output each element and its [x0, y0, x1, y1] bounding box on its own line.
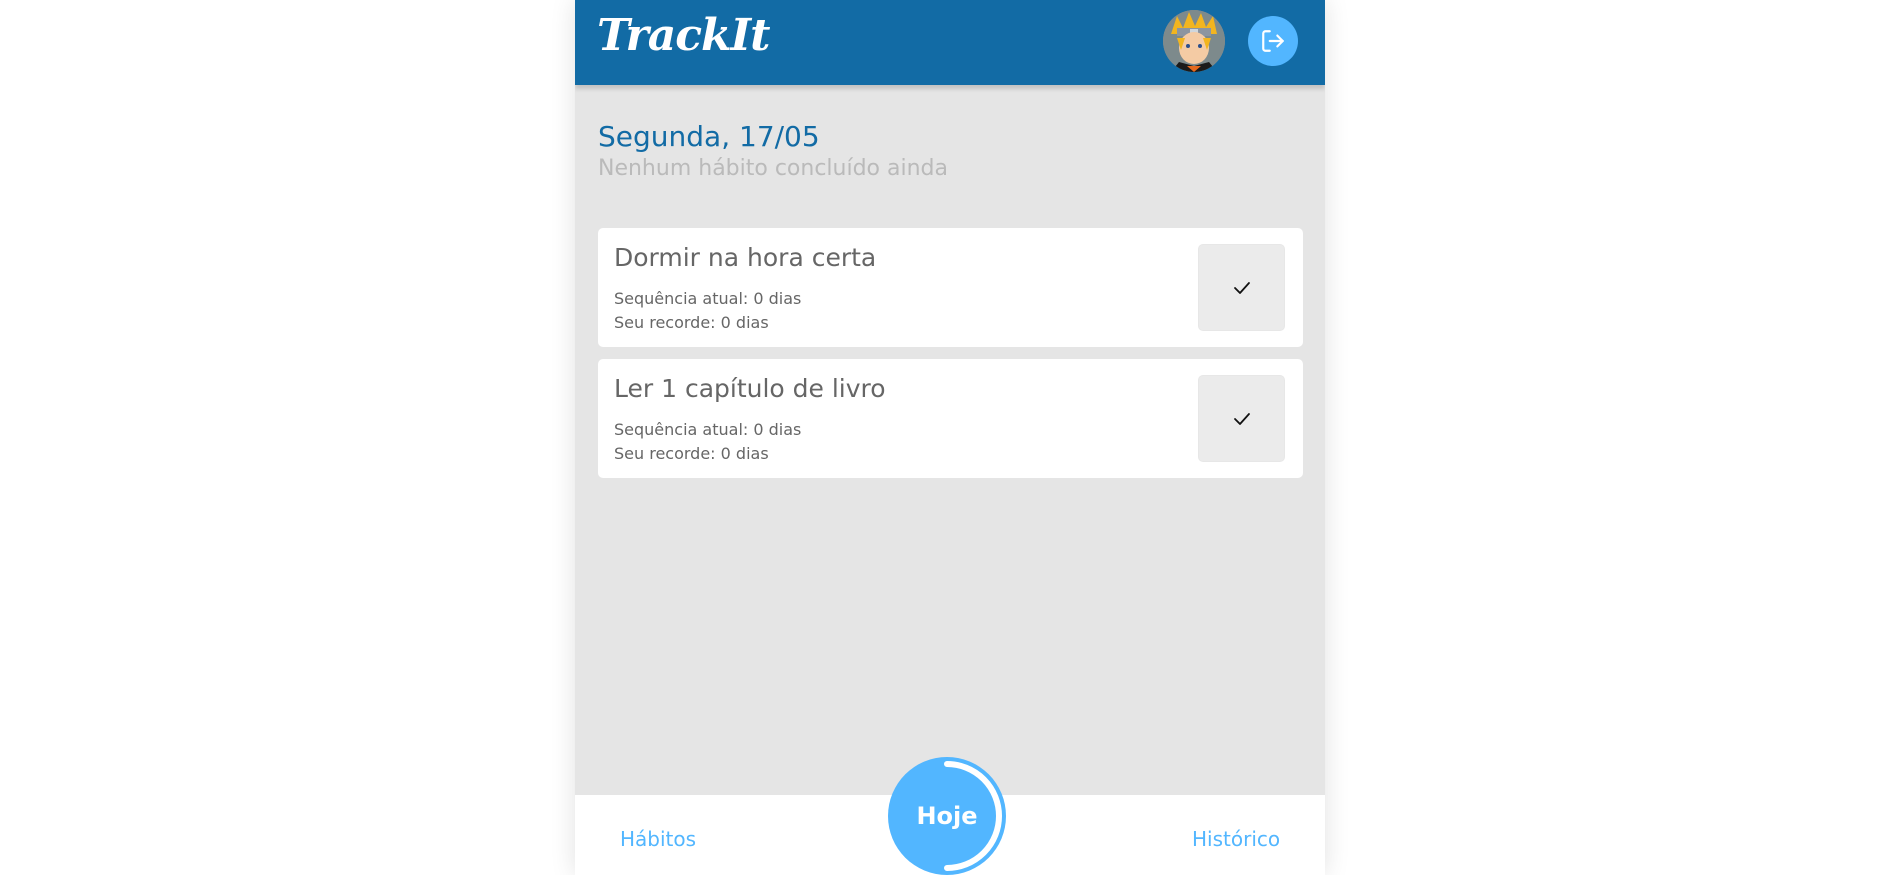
- current-streak: Sequência atual: 0 dias: [614, 289, 802, 308]
- habit-card: Ler 1 capítulo de livro Sequência atual:…: [598, 359, 1303, 478]
- top-bar: TrackIt: [575, 0, 1325, 85]
- app-container: TrackIt Segunda, 17/05 Nenhum hábito con…: [575, 0, 1325, 875]
- logout-icon: [1262, 30, 1284, 52]
- completion-status: Nenhum hábito concluído ainda: [598, 156, 948, 181]
- naruto-avatar-icon: [1163, 10, 1225, 72]
- checkmark-icon: [1233, 412, 1250, 425]
- record-streak: Seu recorde: 0 dias: [614, 444, 769, 463]
- checkmark-icon: [1233, 281, 1250, 294]
- today-button-label: Hoje: [916, 802, 978, 830]
- app-logo: TrackIt: [597, 10, 770, 61]
- current-streak: Sequência atual: 0 dias: [614, 420, 802, 439]
- habit-name: Ler 1 capítulo de livro: [614, 374, 886, 403]
- habit-card: Dormir na hora certa Sequência atual: 0 …: [598, 228, 1303, 347]
- nav-today-button[interactable]: Hoje: [888, 757, 1006, 875]
- check-habit-button[interactable]: [1198, 244, 1285, 331]
- today-date: Segunda, 17/05: [598, 120, 820, 153]
- logout-button[interactable]: [1248, 16, 1298, 66]
- user-avatar[interactable]: [1163, 10, 1225, 72]
- nav-habits-link[interactable]: Hábitos: [620, 827, 696, 851]
- habit-name: Dormir na hora certa: [614, 243, 877, 272]
- record-streak: Seu recorde: 0 dias: [614, 313, 769, 332]
- nav-history-link[interactable]: Histórico: [1192, 827, 1280, 851]
- check-habit-button[interactable]: [1198, 375, 1285, 462]
